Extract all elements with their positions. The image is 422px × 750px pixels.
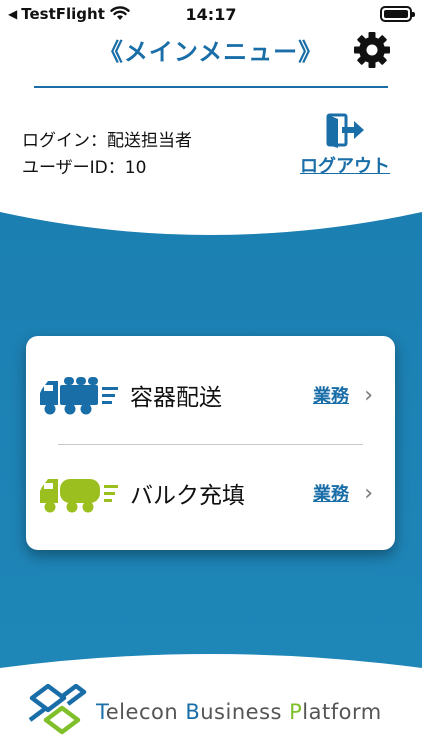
menu-item-link[interactable]: 業務	[313, 382, 349, 408]
brand-letter-t: T	[96, 700, 106, 724]
brand-letter-b: B	[185, 700, 201, 724]
footer-brand: Telecon Business Platform	[96, 700, 382, 724]
tanker-truck-icon	[40, 479, 118, 513]
brand-letter-p: P	[289, 700, 303, 724]
brand-text-2: usiness	[200, 700, 290, 724]
menu-item-bulk-filling[interactable]: バルク充填 業務 ›	[26, 448, 395, 538]
menu-card: 容器配送 業務 › バルク充填 業務 ›	[26, 336, 395, 550]
menu-item-label: バルク充填	[130, 483, 245, 509]
user-info: ログイン：配送担当者 ユーザーID：10	[22, 128, 192, 182]
brand-text-1: elecon	[105, 700, 186, 724]
card-divider	[58, 444, 363, 445]
menu-item-label: 容器配送	[130, 385, 222, 411]
status-time: 14:17	[185, 5, 237, 24]
chevron-right-icon: ›	[364, 382, 373, 408]
chevron-right-icon: ›	[364, 480, 373, 506]
brand-text-3: latform	[302, 700, 382, 724]
logout-icon	[326, 113, 364, 148]
login-role: ログイン：配送担当者	[22, 131, 192, 151]
truck-icon	[40, 377, 118, 415]
gear-icon	[354, 32, 390, 68]
battery-icon	[380, 6, 415, 22]
tbp-logo-icon	[28, 684, 87, 735]
header-divider	[34, 86, 388, 88]
footer: Telecon Business Platform	[0, 680, 422, 740]
settings-button[interactable]	[350, 28, 394, 72]
status-bar: ◀ TestFlight 14:17	[0, 0, 422, 28]
menu-item-link[interactable]: 業務	[313, 480, 349, 506]
logout-label: ログアウト	[300, 156, 390, 177]
user-id: ユーザーID：10	[22, 158, 147, 178]
menu-item-container-delivery[interactable]: 容器配送 業務 ›	[26, 350, 395, 440]
logout-button[interactable]: ログアウト	[290, 112, 400, 178]
